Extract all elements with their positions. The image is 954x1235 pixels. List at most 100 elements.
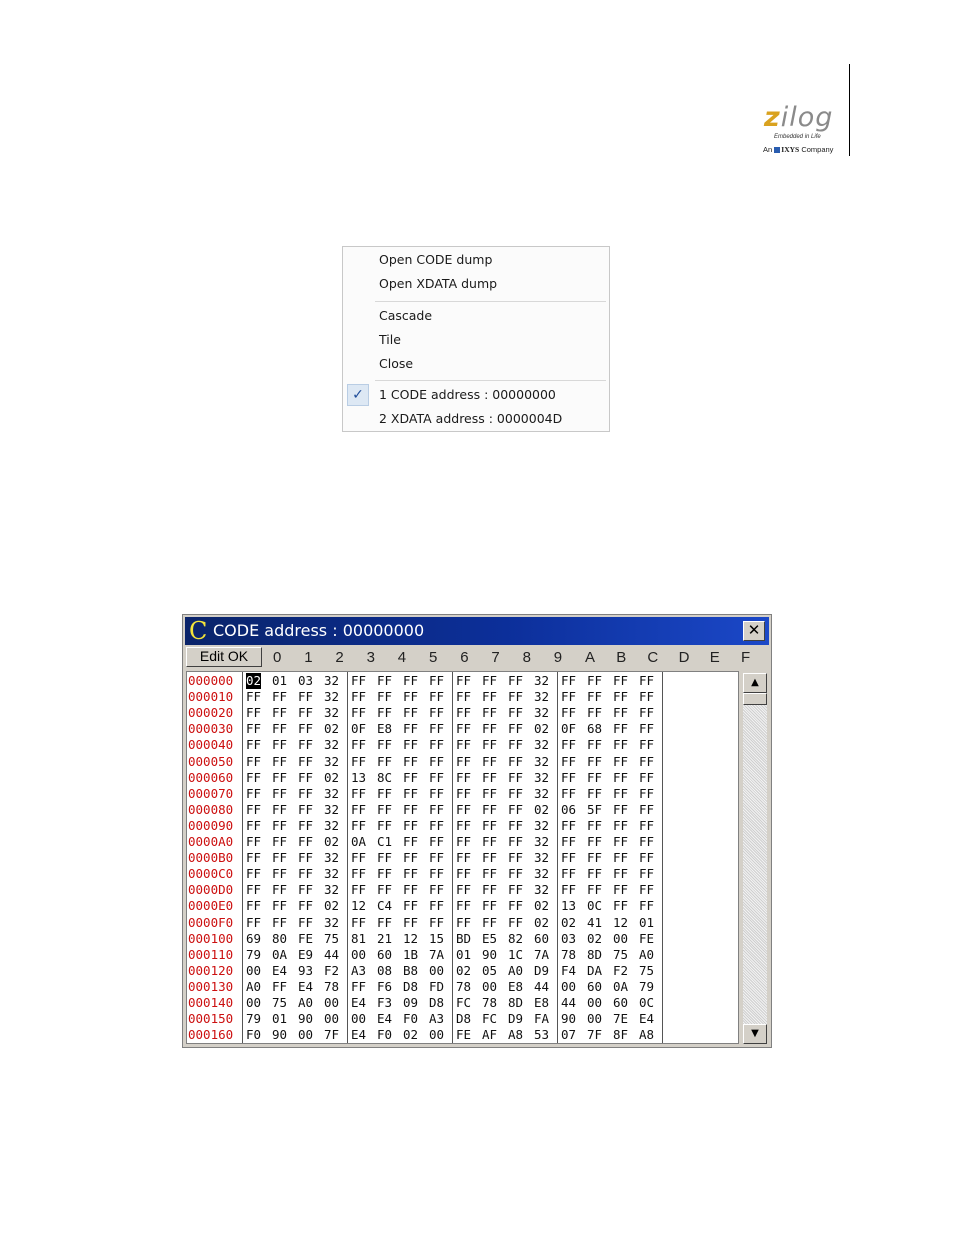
byte-cell[interactable]: FF [351,882,366,898]
byte-cell[interactable]: FF [429,882,444,898]
byte-cell[interactable]: 7F [324,1027,339,1043]
byte-cell[interactable]: FF [298,834,313,850]
byte-cell[interactable]: 00 [324,1011,339,1027]
byte-cell[interactable]: F2 [324,963,339,979]
byte-cell[interactable]: 00 [587,1011,602,1027]
byte-cell[interactable]: FF [403,882,418,898]
byte-cell[interactable]: 00 [429,963,444,979]
byte-cell[interactable]: FF [482,915,497,931]
byte-cell[interactable]: 01 [272,1011,287,1027]
byte-cell[interactable]: 90 [298,1011,313,1027]
byte-cell[interactable]: 78 [482,995,497,1011]
byte-cell[interactable]: 03 [298,673,313,689]
byte-cell[interactable]: FF [613,850,628,866]
byte-cell[interactable]: FE [639,931,654,947]
byte-cell[interactable]: 32 [534,786,549,802]
byte-cell[interactable]: 02 [534,898,549,914]
byte-cell[interactable]: FF [246,754,261,770]
byte-cell[interactable]: 13 [351,770,366,786]
byte-cell[interactable]: FF [351,754,366,770]
byte-cell[interactable]: FF [639,737,654,753]
byte-cell[interactable]: 02 [534,802,549,818]
byte-cell[interactable]: 00 [351,947,366,963]
byte-cell[interactable]: FF [272,850,287,866]
byte-cell[interactable]: FF [639,898,654,914]
byte-cell[interactable]: FF [298,754,313,770]
byte-cell[interactable]: 00 [429,1027,444,1043]
byte-cell[interactable]: F4 [561,963,576,979]
byte-cell[interactable]: FF [377,673,392,689]
byte-cell[interactable]: FF [561,882,576,898]
byte-cell[interactable]: A8 [508,1027,523,1043]
byte-cell[interactable]: FF [246,818,261,834]
menu-item-code-address-window[interactable]: 1 CODE address : 00000000 [379,384,556,406]
byte-cell[interactable]: FF [351,673,366,689]
byte-cell[interactable]: FF [482,705,497,721]
byte-cell[interactable]: FF [456,705,471,721]
byte-cell[interactable]: 41 [587,915,602,931]
byte-cell[interactable]: FE [298,931,313,947]
byte-cell[interactable]: FF [587,673,602,689]
byte-cell[interactable]: FF [456,850,471,866]
menu-item-close[interactable]: Close [379,353,413,375]
byte-cell[interactable]: FF [613,802,628,818]
byte-cell[interactable]: FF [508,882,523,898]
byte-cell[interactable]: 00 [246,995,261,1011]
byte-cell[interactable]: FF [561,818,576,834]
byte-cell[interactable]: 32 [534,737,549,753]
byte-cell[interactable]: FC [456,995,471,1011]
byte-cell[interactable]: FF [508,802,523,818]
byte-cell[interactable]: FF [429,802,444,818]
byte-cell[interactable]: A0 [508,963,523,979]
byte-cell[interactable]: FF [561,754,576,770]
byte-cell[interactable]: FF [246,850,261,866]
byte-cell[interactable]: FF [639,802,654,818]
byte-cell[interactable]: 32 [534,705,549,721]
byte-cell[interactable]: FF [298,737,313,753]
byte-cell[interactable]: E4 [351,995,366,1011]
byte-cell[interactable]: FF [456,673,471,689]
byte-cell[interactable]: FF [298,818,313,834]
menu-item-open-xdata-dump[interactable]: Open XDATA dump [379,273,497,295]
byte-cell[interactable]: D8 [429,995,444,1011]
byte-cell[interactable]: FF [403,802,418,818]
byte-cell[interactable]: FF [639,850,654,866]
byte-cell[interactable]: FF [272,802,287,818]
menu-item-tile[interactable]: Tile [379,329,401,351]
byte-cell[interactable]: FF [272,721,287,737]
byte-cell[interactable]: FF [508,786,523,802]
hex-grid[interactable]: 00 00 00 02 01 03 32 FF FF FF FF FF FF FF 32 FF FF FF FF 00… [186,671,739,1044]
byte-cell[interactable]: AF [482,1027,497,1043]
byte-cell[interactable]: FF [429,673,444,689]
byte-cell[interactable]: FF [272,705,287,721]
byte-cell[interactable]: 00 [246,963,261,979]
byte-cell[interactable]: 12 [403,931,418,947]
byte-cell[interactable]: 78 [456,979,471,995]
byte-cell[interactable]: 00 [482,979,497,995]
byte-cell[interactable]: FF [613,770,628,786]
byte-cell[interactable]: 01 [456,947,471,963]
byte-cell[interactable]: FF [482,882,497,898]
byte-cell[interactable]: FF [587,770,602,786]
byte-cell[interactable]: FF [508,898,523,914]
scroll-down-button[interactable]: ▼ [743,1024,767,1044]
byte-cell[interactable]: FF [403,737,418,753]
byte-cell[interactable]: 7E [613,1011,628,1027]
byte-cell[interactable]: F3 [377,995,392,1011]
byte-cell[interactable]: FF [613,754,628,770]
byte-cell[interactable]: FF [272,979,287,995]
byte-cell[interactable]: FF [639,721,654,737]
byte-cell[interactable]: FF [377,802,392,818]
byte-cell[interactable]: FF [377,915,392,931]
byte-cell[interactable]: FF [639,866,654,882]
byte-cell[interactable]: 32 [324,737,339,753]
byte-cell[interactable]: 32 [324,754,339,770]
byte-cell[interactable]: FF [298,689,313,705]
byte-cell[interactable]: 32 [324,705,339,721]
byte-cell[interactable]: FF [246,705,261,721]
byte-cell[interactable]: FF [429,786,444,802]
byte-cell[interactable]: B8 [403,963,418,979]
byte-cell[interactable]: A0 [639,947,654,963]
byte-cell[interactable]: FF [587,818,602,834]
byte-cell[interactable]: FF [613,786,628,802]
